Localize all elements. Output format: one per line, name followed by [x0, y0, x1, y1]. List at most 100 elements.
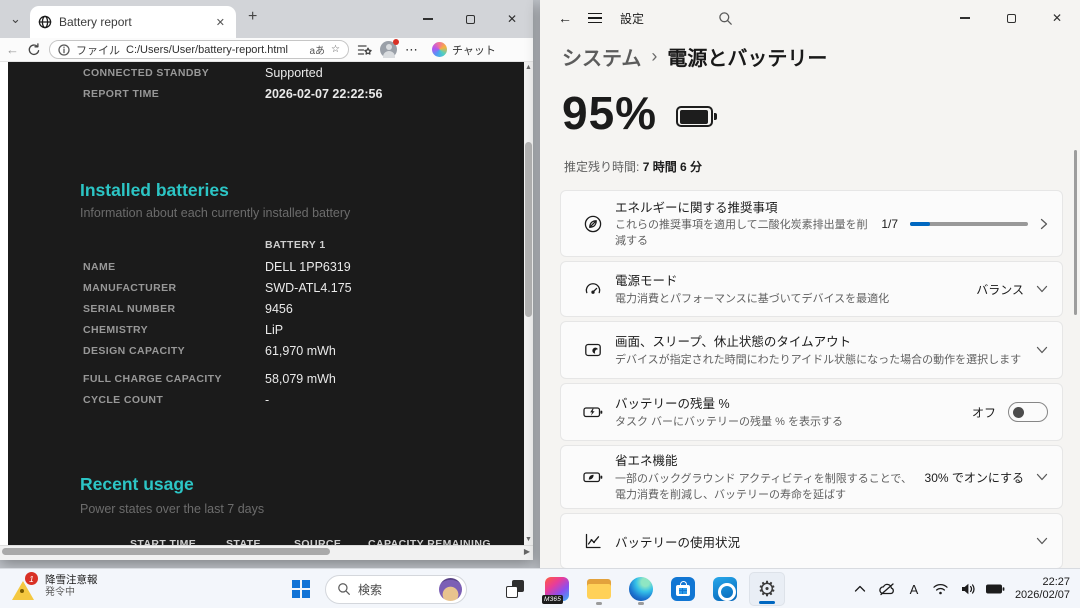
weather-alert-icon: 1: [12, 574, 38, 600]
breadcrumb-system-link[interactable]: システム: [562, 42, 641, 71]
card-title: バッテリーの使用状況: [615, 532, 1026, 551]
page-title: 電源とバッテリー: [667, 42, 827, 71]
profile-avatar[interactable]: [380, 41, 397, 58]
browser-close-button[interactable]: ✕: [491, 0, 533, 38]
settings-close-button[interactable]: ✕: [1034, 0, 1080, 36]
battery-tray-button[interactable]: [983, 574, 1007, 604]
card-title: 電源モード: [615, 270, 966, 289]
gear-icon: ⚙: [758, 579, 777, 600]
new-tab-button[interactable]: +: [248, 8, 257, 26]
table-row: SERIAL NUMBER 9456: [8, 298, 524, 319]
tab-close-icon[interactable]: ✕: [213, 16, 228, 29]
card-controls: バランス: [976, 281, 1048, 298]
info-icon[interactable]: [58, 44, 70, 56]
microsoft-store-button[interactable]: [665, 572, 701, 606]
taskbar-clock[interactable]: 22:27 2026/02/07: [1010, 576, 1078, 602]
task-view-icon: [505, 579, 525, 599]
start-button[interactable]: [283, 572, 319, 606]
scroll-right-icon[interactable]: ▶: [524, 547, 530, 556]
battery-percentage-toggle[interactable]: [1008, 402, 1048, 422]
browser-window-controls: ✕: [407, 0, 533, 38]
card-battery-percentage[interactable]: バッテリーの残量 % タスク バーにバッテリーの残量 % を表示する オフ: [560, 383, 1063, 441]
report-row: CONNECTED STANDBY Supported: [8, 62, 524, 83]
card-controls: 30% でオンにする: [925, 469, 1048, 486]
copilot-chat-button[interactable]: チャット: [426, 40, 502, 60]
scroll-up-icon[interactable]: ▲: [525, 64, 532, 71]
breadcrumb: システム › 電源とバッテリー: [562, 42, 827, 71]
browser-tab-battery-report[interactable]: Battery report ✕: [30, 6, 236, 38]
browser-window-edge: [0, 557, 533, 560]
search-placeholder: 検索: [358, 581, 432, 598]
tab-title: Battery report: [59, 15, 206, 29]
chevron-right-icon[interactable]: [1040, 218, 1048, 230]
settings-minimize-button[interactable]: [942, 0, 988, 36]
edge-button[interactable]: [623, 572, 659, 606]
collections-icon[interactable]: [357, 43, 372, 57]
browser-maximize-button[interactable]: [449, 0, 491, 38]
browser-minimize-button[interactable]: [407, 0, 449, 38]
battery-percentage-icon: [571, 402, 615, 422]
chevron-down-icon[interactable]: [1036, 285, 1048, 293]
card-subtitle: これらの推奨事項を適用して二酸化炭素排出量を削減する: [615, 218, 871, 250]
vertical-scrollbar-thumb[interactable]: [525, 142, 532, 317]
chevron-down-icon[interactable]: [1036, 473, 1048, 481]
alert-count-badge: 1: [25, 572, 38, 585]
system-tray: A 22:27 2026/02/07: [848, 571, 1078, 607]
card-energy-recommendations[interactable]: エネルギーに関する推奨事項 これらの推奨事項を適用して二酸化炭素排出量を削減する…: [560, 190, 1063, 257]
card-controls: オフ: [972, 402, 1048, 422]
meta-value: Supported: [265, 66, 323, 80]
card-power-mode[interactable]: 電源モード 電力消費とパフォーマンスに基づいてデバイスを最適化 バランス: [560, 261, 1063, 317]
row-label: DESIGN CAPACITY: [83, 345, 265, 357]
tab-search-chevron-icon[interactable]: ⌄: [10, 11, 21, 27]
battery-estimate: 推定残り時間: 7 時間 6 分: [564, 158, 702, 175]
search-icon: [337, 582, 351, 596]
taskbar-search-box[interactable]: 検索: [325, 575, 467, 604]
weather-widget[interactable]: 1 降雪注意報 発令中: [6, 572, 104, 602]
table-row: CHEMISTRY LiP: [8, 319, 524, 340]
translate-icon[interactable]: aあ: [309, 42, 325, 57]
address-bar[interactable]: ファイル C:/Users/User/battery-report.html a…: [49, 40, 349, 59]
chevron-down-icon[interactable]: [1036, 537, 1048, 545]
ime-mode-indicator[interactable]: A: [902, 574, 926, 604]
card-battery-usage[interactable]: バッテリーの使用状況: [560, 513, 1063, 568]
card-controls: [1036, 346, 1048, 354]
wifi-button[interactable]: [929, 574, 953, 604]
task-view-button[interactable]: [497, 572, 533, 606]
battery-usage-icon: [571, 531, 615, 551]
favorite-star-icon[interactable]: ☆: [331, 44, 340, 55]
file-explorer-button[interactable]: [581, 572, 617, 606]
chevron-down-icon[interactable]: [1036, 346, 1048, 354]
search-highlight-mascot[interactable]: [439, 578, 462, 601]
estimate-value: 7 時間 6 分: [643, 160, 702, 174]
card-subtitle: タスク バーにバッテリーの残量 % を表示する: [615, 415, 962, 431]
settings-taskbar-button[interactable]: ⚙: [749, 572, 785, 606]
installed-batteries-heading: Installed batteries: [80, 180, 229, 201]
settings-maximize-button[interactable]: [988, 0, 1034, 36]
back-button[interactable]: ←: [6, 42, 19, 57]
m365-copilot-button[interactable]: M365: [539, 572, 575, 606]
card-energy-saver[interactable]: 省エネ機能 一部のバックグラウンド アクティビティを制限することで、電力消費を削…: [560, 445, 1063, 509]
outlook-button[interactable]: [707, 572, 743, 606]
more-menu-icon[interactable]: ⋯: [405, 42, 418, 58]
card-screen-sleep-timeouts[interactable]: 画面、スリープ、休止状態のタイムアウト デバイスが指定された時間にわたりアイドル…: [560, 321, 1063, 379]
settings-search-icon[interactable]: [718, 11, 733, 26]
vertical-scrollbar[interactable]: ▲ ▼: [524, 62, 533, 545]
hamburger-menu-icon[interactable]: [588, 13, 602, 24]
microsoft-store-icon: [671, 577, 695, 601]
file-explorer-icon: [587, 579, 611, 599]
url-scheme-label: ファイル: [76, 42, 120, 58]
scroll-down-icon[interactable]: ▼: [525, 536, 532, 543]
onedrive-paused-button[interactable]: [875, 574, 899, 604]
horizontal-scrollbar-thumb[interactable]: [2, 548, 330, 555]
settings-cards: エネルギーに関する推奨事項 これらの推奨事項を適用して二酸化炭素排出量を削減する…: [560, 190, 1063, 568]
taskbar: 1 降雪注意報 発令中 検索 M365: [0, 568, 1080, 608]
weather-alert-title: 降雪注意報: [45, 574, 98, 587]
settings-back-button[interactable]: ←: [558, 10, 572, 26]
volume-button[interactable]: [956, 574, 980, 604]
refresh-button[interactable]: [27, 43, 41, 57]
browser-window: ⌄ Battery report ✕ + ✕ ← ファイル C:/Users/U…: [0, 0, 533, 560]
tray-expand-button[interactable]: [848, 574, 872, 604]
horizontal-scrollbar[interactable]: ▶: [0, 545, 533, 557]
settings-scrollbar-thumb[interactable]: [1074, 150, 1077, 315]
meta-label: REPORT TIME: [83, 88, 265, 100]
